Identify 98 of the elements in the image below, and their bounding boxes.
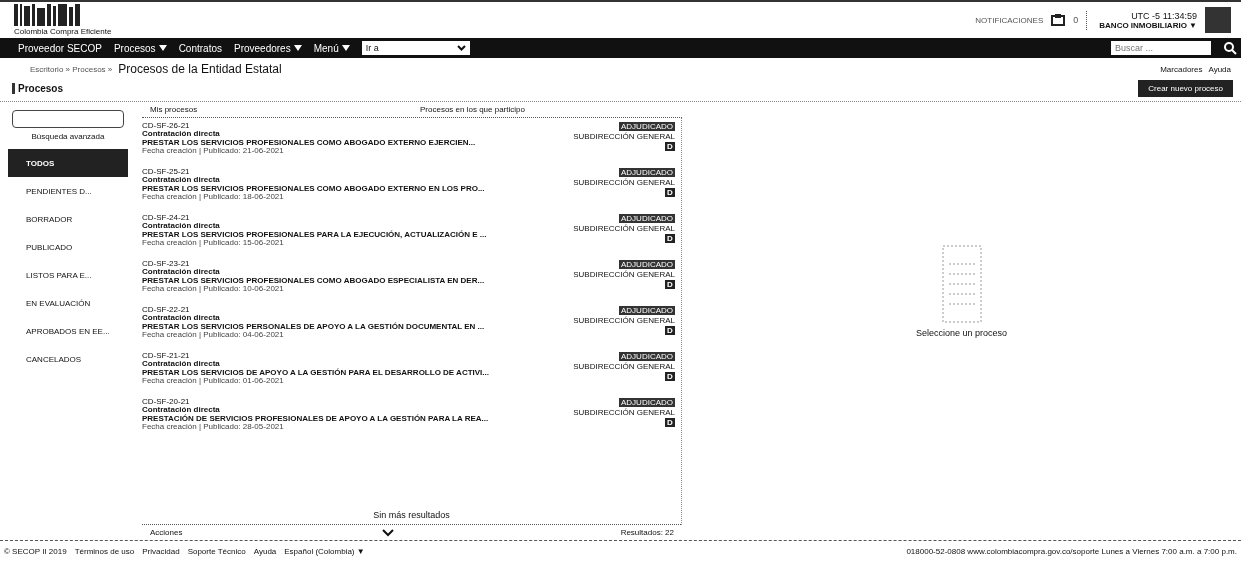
process-unit: SUBDIRECCIÓN GENERAL: [573, 316, 675, 325]
process-reference[interactable]: CD-SF-22-21: [142, 306, 565, 315]
logo-icon: [14, 4, 80, 26]
folder-item[interactable]: BORRADOR: [8, 205, 128, 233]
process-reference[interactable]: CD-SF-21-21: [142, 352, 565, 361]
process-unit: SUBDIRECCIÓN GENERAL: [573, 132, 675, 141]
notifications-link[interactable]: NOTIFICACIONES: [975, 15, 1044, 25]
process-title: PRESTAR LOS SERVICIOS PROFESIONALES PARA LA EJECUCIÓN, ACTUALIZACIÓN E ...: [142, 230, 488, 240]
process-unit: SUBDIRECCIÓN GENERAL: [573, 178, 675, 187]
empty-state-text: Seleccione un proceso: [915, 328, 1008, 338]
process-reference[interactable]: CD-SF-24-21: [142, 214, 565, 223]
process-unit: SUBDIRECCIÓN GENERAL: [573, 362, 675, 371]
process-unit: SUBDIRECCIÓN GENERAL: [573, 408, 675, 417]
process-title: PRESTAR LOS SERVICIOS PROFESIONALES COMO ABOGADO EXTERNO EN LOS PRO...: [142, 184, 486, 194]
section-title: Procesos: [12, 83, 64, 94]
search-field[interactable]: [12, 110, 124, 128]
folder-item[interactable]: CANCELADOS: [8, 345, 128, 373]
chevron-icon[interactable]: [382, 528, 395, 537]
status-badge: ADJUDICADO: [619, 352, 675, 361]
process-title: PRESTAR LOS SERVICIOS PROFESIONALES COMO ABOGADO EXTERNO EJERCIEN...: [142, 138, 477, 148]
filter-dropdown[interactable]: Procesos en los que participo: [412, 105, 682, 114]
folder-item[interactable]: LISTOS PARA E...: [8, 261, 128, 289]
folder-item[interactable]: EN EVALUACIÓN: [8, 289, 128, 317]
folder-item[interactable]: TODOS: [8, 149, 128, 177]
process-reference[interactable]: CD-SF-26-21: [142, 122, 565, 131]
process-reference[interactable]: CD-SF-20-21: [142, 398, 565, 407]
process-dates: Fecha creación | Publicado: 10-06-2021: [142, 285, 285, 294]
filter-dropdown[interactable]: Mis procesos: [142, 105, 412, 114]
inbox-icon[interactable]: [1051, 14, 1066, 26]
process-dates: Fecha creación | Publicado: 21-06-2021: [142, 147, 285, 156]
document-badge: D: [665, 372, 675, 381]
process-type: Contratación directa: [142, 130, 221, 139]
folder-item[interactable]: PENDIENTES D...: [8, 177, 128, 205]
footer-link[interactable]: Ayuda: [253, 546, 277, 556]
nav-menu-item[interactable]: Contratos: [178, 42, 222, 54]
process-title: PRESTAR LOS SERVICIOS PERSONALES DE APOYO A LA GESTIÓN DOCUMENTAL EN ...: [142, 322, 486, 332]
process-title: PRESTACIÓN DE SERVICIOS PROFESIONALES DE APOYO A LA GESTIÓN PARA LA REA...: [142, 414, 490, 424]
folder-item[interactable]: APROBADOS EN EE...: [8, 317, 128, 345]
process-dates: Fecha creación | Publicado: 28-05-2021: [142, 423, 285, 432]
status-badge: ADJUDICADO: [619, 214, 675, 223]
page-title: Procesos de la Entidad Estatal: [118, 62, 282, 76]
document-badge: D: [665, 326, 675, 335]
footer-link[interactable]: Términos de uso: [74, 546, 135, 556]
process-title: PRESTAR LOS SERVICIOS DE APOYO A LA GESTIÓN PARA EL DESARROLLO DE ACTIVI...: [142, 368, 490, 378]
logo-subtitle: Colombia Compra Eficiente: [14, 27, 112, 36]
process-type: Contratación directa: [142, 268, 221, 277]
process-type: Contratación directa: [142, 406, 221, 415]
no-more-results: Sin más resultados: [142, 510, 681, 525]
process-dates: Fecha creación | Publicado: 15-06-2021: [142, 239, 285, 248]
folder-item[interactable]: PUBLICADO: [8, 233, 128, 261]
nav-menu-item[interactable]: Procesos: [113, 42, 167, 54]
process-dates: Fecha creación | Publicado: 04-06-2021: [142, 331, 285, 340]
nav-menu-item[interactable]: Proveedores: [234, 42, 302, 54]
document-badge: D: [665, 234, 675, 243]
nav-menu-item[interactable]: Menú: [313, 42, 350, 54]
status-badge: ADJUDICADO: [619, 122, 675, 131]
user-menu[interactable]: BANCO INMOBILIARIO ▼: [1099, 20, 1197, 30]
process-reference[interactable]: CD-SF-23-21: [142, 260, 565, 269]
footer-link[interactable]: Privacidad: [142, 546, 180, 556]
process-type: Contratación directa: [142, 222, 221, 231]
process-reference[interactable]: CD-SF-25-21: [142, 168, 565, 177]
process-title: PRESTAR LOS SERVICIOS PROFESIONALES COMO ABOGADO ESPECIALISTA EN DER...: [142, 276, 486, 286]
advanced-search-link[interactable]: Búsqueda avanzada: [8, 132, 128, 141]
nav-menu-item[interactable]: Proveedor SECOP: [18, 42, 102, 54]
process-dates: Fecha creación | Publicado: 18-06-2021: [142, 193, 285, 202]
process-type: Contratación directa: [142, 176, 221, 185]
header-link[interactable]: Ayuda: [1208, 64, 1231, 74]
caret-icon: [341, 45, 350, 51]
actions-dropdown[interactable]: Acciones: [150, 528, 183, 537]
status-badge: ADJUDICADO: [619, 398, 675, 407]
chevron-icon: [456, 45, 466, 51]
search-icon[interactable]: [1223, 41, 1237, 55]
footer-link[interactable]: Español (Colombia) ▼: [284, 546, 365, 556]
notification-count: 0: [1073, 15, 1079, 25]
process-type: Contratación directa: [142, 314, 221, 323]
document-badge: D: [665, 142, 675, 151]
caret-icon: [293, 45, 302, 51]
caret-icon: [158, 45, 167, 51]
goto-select[interactable]: Ir a: [361, 41, 470, 55]
results-count: Resultados: 22: [620, 528, 674, 537]
document-badge: D: [665, 188, 675, 197]
status-badge: ADJUDICADO: [619, 168, 675, 177]
status-badge: ADJUDICADO: [619, 260, 675, 269]
header-link[interactable]: Marcadores: [1160, 64, 1203, 74]
process-dates: Fecha creación | Publicado: 01-06-2021: [142, 377, 285, 386]
document-badge: D: [665, 280, 675, 289]
process-unit: SUBDIRECCIÓN GENERAL: [573, 224, 675, 233]
process-type: Contratación directa: [142, 360, 221, 369]
contact-text: 018000-52-0808 www.colombiacompra.gov.co/soporte Lunes a Viernes 7:00 a.m. a 7:00 p.m.: [906, 546, 1237, 556]
clock-text: UTC -5 11:34:59: [1131, 10, 1197, 21]
create-process-button[interactable]: Crear nuevo proceso: [1138, 80, 1233, 97]
process-unit: SUBDIRECCIÓN GENERAL: [573, 270, 675, 279]
breadcrumb-link[interactable]: Escritorio » Procesos »: [30, 64, 113, 74]
footer-link[interactable]: © SECOP II 2019: [4, 546, 67, 556]
footer-link[interactable]: Soporte Técnico: [187, 546, 246, 556]
status-badge: ADJUDICADO: [619, 306, 675, 315]
document-badge: D: [665, 418, 675, 427]
search-field[interactable]: Buscar ...: [1111, 41, 1211, 55]
